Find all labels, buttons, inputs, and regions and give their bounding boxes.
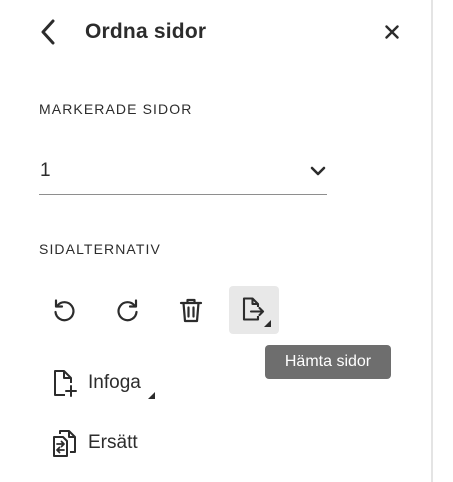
insert-button[interactable]: Infoga [51, 368, 141, 398]
insert-label: Infoga [88, 372, 141, 393]
panel-title: Ordna sidor [85, 20, 207, 43]
document-area [433, 0, 453, 482]
close-button[interactable] [378, 18, 406, 46]
tooltip: Hämta sidor [265, 345, 391, 379]
delete-pages-button[interactable] [166, 286, 216, 334]
chevron-down-icon [310, 166, 326, 176]
insert-submenu-indicator-icon [148, 392, 155, 399]
file-replace-icon [51, 428, 79, 458]
selected-pages-value: 1 [40, 160, 51, 181]
close-icon [385, 25, 399, 39]
back-button[interactable] [34, 18, 62, 46]
chevron-left-icon [41, 19, 55, 45]
replace-label: Ersätt [88, 432, 138, 453]
file-plus-icon [51, 368, 79, 398]
submenu-indicator-icon [264, 320, 271, 327]
selected-pages-label: MARKERADE SIDOR [39, 101, 193, 117]
rotate-counterclockwise-icon [54, 299, 75, 322]
rotate-right-button[interactable] [103, 286, 153, 334]
selected-pages-dropdown[interactable]: 1 [39, 152, 327, 195]
rotate-clockwise-icon [117, 299, 138, 322]
replace-button[interactable]: Ersätt [51, 428, 138, 458]
organize-pages-panel: Ordna sidor MARKERADE SIDOR 1 SIDALTERNA… [0, 0, 431, 482]
trash-icon [179, 298, 203, 323]
extract-pages-button[interactable] [229, 286, 279, 334]
page-options-label: SIDALTERNATIV [39, 241, 161, 257]
rotate-left-button[interactable] [39, 286, 89, 334]
